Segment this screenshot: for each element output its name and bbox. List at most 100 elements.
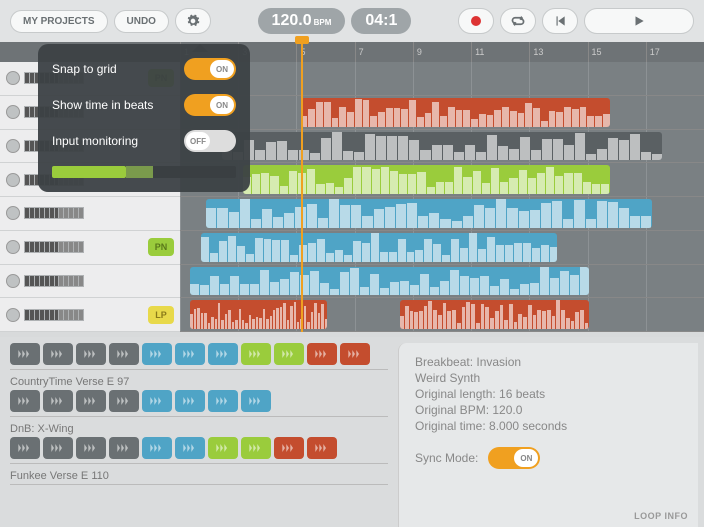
- loop-chip[interactable]: [175, 390, 205, 412]
- my-projects-button[interactable]: MY PROJECTS: [10, 10, 108, 33]
- track-header[interactable]: PN: [0, 231, 180, 265]
- time-ruler[interactable]: 1357911131517: [180, 42, 704, 62]
- tempo-unit: BPM: [314, 18, 332, 27]
- loop-chip[interactable]: [10, 437, 40, 459]
- browser-row-label: Funkee Verse E 110: [10, 470, 388, 482]
- audio-clip[interactable]: [222, 132, 662, 161]
- track-input-jack[interactable]: [6, 308, 20, 322]
- ruler-marker: 17: [646, 42, 704, 62]
- loop-chip[interactable]: [142, 343, 172, 365]
- loop-chip[interactable]: [109, 437, 139, 459]
- play-icon: [632, 14, 646, 28]
- chip-row: [10, 437, 388, 459]
- time-display[interactable]: 04:1: [351, 8, 411, 34]
- audio-clip[interactable]: [301, 98, 610, 127]
- loop-chip[interactable]: [208, 437, 238, 459]
- info-bpm: Original BPM: 120.0: [415, 403, 682, 417]
- loop-chip[interactable]: [307, 343, 337, 365]
- loop-chip[interactable]: [241, 390, 271, 412]
- tempo-value: 120.0: [272, 12, 312, 30]
- track-meter: [24, 275, 84, 287]
- loop-chip[interactable]: [10, 343, 40, 365]
- track-input-jack[interactable]: [6, 105, 20, 119]
- beats-toggle[interactable]: ON: [184, 94, 236, 116]
- sync-toggle[interactable]: ON: [488, 447, 540, 469]
- audio-clip[interactable]: [400, 300, 589, 329]
- monitor-toggle[interactable]: OFF: [184, 130, 236, 152]
- settings-button[interactable]: [175, 8, 211, 34]
- track-lane[interactable]: [180, 231, 704, 265]
- loop-chip[interactable]: [274, 343, 304, 365]
- info-title: Breakbeat: Invasion: [415, 355, 682, 369]
- ruler-marker: 5: [296, 42, 354, 62]
- gear-icon: [186, 14, 200, 28]
- loop-chip[interactable]: [175, 437, 205, 459]
- track-input-jack[interactable]: [6, 173, 20, 187]
- loop-chip[interactable]: [76, 437, 106, 459]
- loop-browser[interactable]: CountryTime Verse E 97DnB: X-WingFunkee …: [0, 337, 398, 527]
- monitor-label: Input monitoring: [52, 134, 138, 148]
- track-input-jack[interactable]: [6, 274, 20, 288]
- snap-toggle[interactable]: ON: [184, 58, 236, 80]
- rewind-button[interactable]: [542, 8, 578, 34]
- loop-button[interactable]: [500, 8, 536, 34]
- tempo-display[interactable]: 120.0 BPM: [258, 8, 346, 34]
- loop-chip[interactable]: [142, 437, 172, 459]
- loop-chip[interactable]: [109, 390, 139, 412]
- track-lane[interactable]: [180, 298, 704, 332]
- level-slider[interactable]: [52, 166, 236, 178]
- loop-chip[interactable]: [274, 437, 304, 459]
- track-header[interactable]: [0, 265, 180, 299]
- audio-clip[interactable]: [201, 233, 557, 262]
- loop-chip[interactable]: [10, 390, 40, 412]
- track-badge[interactable]: PN: [148, 238, 174, 256]
- audio-clip[interactable]: [243, 165, 610, 194]
- audio-clip[interactable]: [190, 267, 588, 296]
- info-panel: Breakbeat: Invasion Weird Synth Original…: [398, 343, 698, 527]
- loop-chip[interactable]: [340, 343, 370, 365]
- track-input-jack[interactable]: [6, 139, 20, 153]
- loop-chip[interactable]: [241, 437, 271, 459]
- beats-label: Show time in beats: [52, 98, 153, 112]
- audio-clip[interactable]: [190, 300, 326, 329]
- track-header[interactable]: [0, 197, 180, 231]
- snap-label: Snap to grid: [52, 62, 117, 76]
- settings-popover: Snap to grid ON Show time in beats ON In…: [38, 44, 250, 192]
- loop-chip[interactable]: [43, 343, 73, 365]
- track-badge[interactable]: LP: [148, 306, 174, 324]
- loop-chip[interactable]: [142, 390, 172, 412]
- loop-chip[interactable]: [43, 390, 73, 412]
- track-input-jack[interactable]: [6, 206, 20, 220]
- loop-chip[interactable]: [175, 343, 205, 365]
- audio-clip[interactable]: [206, 199, 651, 228]
- track-header[interactable]: LP: [0, 298, 180, 332]
- track-lane[interactable]: [180, 197, 704, 231]
- chip-row: [10, 343, 388, 365]
- loop-chip[interactable]: [76, 343, 106, 365]
- track-lane[interactable]: [180, 62, 704, 96]
- track-meter: [24, 241, 84, 253]
- ruler-marker: 7: [355, 42, 413, 62]
- play-button[interactable]: [584, 8, 694, 34]
- track-lanes[interactable]: 1357911131517: [180, 42, 704, 332]
- loop-chip[interactable]: [43, 437, 73, 459]
- loop-info-button[interactable]: LOOP INFO: [634, 511, 688, 521]
- loop-chip[interactable]: [241, 343, 271, 365]
- track-lane[interactable]: [180, 163, 704, 197]
- browser-row-label: DnB: X-Wing: [10, 423, 388, 435]
- track-meter: [24, 207, 84, 219]
- loop-chip[interactable]: [109, 343, 139, 365]
- track-lane[interactable]: [180, 130, 704, 164]
- loop-chip[interactable]: [307, 437, 337, 459]
- record-button[interactable]: [458, 8, 494, 34]
- loop-chip[interactable]: [208, 343, 238, 365]
- undo-button[interactable]: UNDO: [114, 10, 169, 33]
- loop-chip[interactable]: [208, 390, 238, 412]
- loop-chip[interactable]: [76, 390, 106, 412]
- track-lane[interactable]: [180, 265, 704, 299]
- playhead[interactable]: [301, 42, 303, 332]
- track-input-jack[interactable]: [6, 240, 20, 254]
- track-lane[interactable]: [180, 96, 704, 130]
- track-input-jack[interactable]: [6, 71, 20, 85]
- skip-back-icon: [553, 14, 567, 28]
